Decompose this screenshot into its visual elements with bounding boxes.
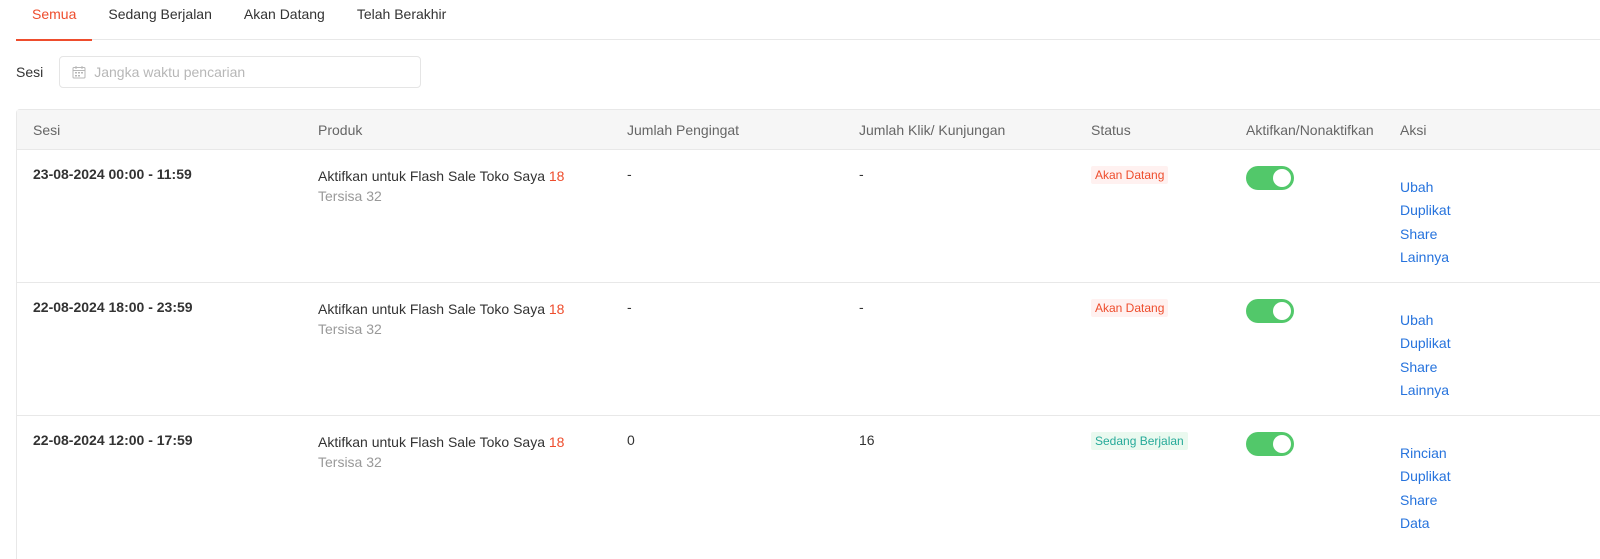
header-produk: Produk	[318, 121, 363, 138]
product-label: Aktifkan untuk Flash Sale Toko Saya	[318, 168, 545, 184]
table-row: 23-08-2024 00:00 - 11:59 Aktifkan untuk …	[17, 150, 1600, 283]
filter-label: Sesi	[16, 64, 44, 80]
product-remaining: Tersisa 32	[318, 188, 382, 204]
tab-semua[interactable]: Semua	[15, 0, 93, 41]
product-info: Aktifkan untuk Flash Sale Toko Saya 18	[318, 166, 627, 186]
action-list: Ubah Duplikat Share Lainnya	[1400, 299, 1550, 402]
calendar-icon	[72, 65, 86, 79]
reminder-count: 0	[627, 432, 635, 448]
action-list: Rincian Duplikat Share Data	[1400, 432, 1550, 535]
reminder-count: -	[627, 299, 632, 315]
enable-toggle[interactable]	[1246, 432, 1294, 456]
product-count: 18	[548, 434, 565, 450]
date-range-input[interactable]: Jangka waktu pencarian	[59, 56, 422, 88]
action-duplikat-link[interactable]: Duplikat	[1400, 332, 1550, 355]
action-share-link[interactable]: Share	[1400, 489, 1550, 512]
action-ubah-link[interactable]: Ubah	[1400, 176, 1550, 199]
action-share-link[interactable]: Share	[1400, 356, 1550, 379]
header-aksi: Aksi	[1400, 121, 1427, 138]
flash-sale-table: Sesi Produk Jumlah Pengingat Jumlah Klik…	[16, 109, 1600, 559]
click-count: 16	[859, 432, 875, 448]
session-time: 22-08-2024 12:00 - 17:59	[33, 432, 193, 448]
table-row: 22-08-2024 12:00 - 17:59 Aktifkan untuk …	[17, 416, 1600, 559]
product-remaining: Tersisa 32	[318, 454, 382, 470]
action-duplikat-link[interactable]: Duplikat	[1400, 465, 1550, 488]
status-badge: Sedang Berjalan	[1091, 432, 1188, 450]
action-data-link[interactable]: Data	[1400, 512, 1550, 535]
reminder-count: -	[627, 166, 632, 182]
tab-sedang-berjalan[interactable]: Sedang Berjalan	[108, 0, 212, 40]
status-badge: Akan Datang	[1091, 166, 1169, 184]
header-sesi: Sesi	[33, 121, 61, 138]
header-jumlah-klik: Jumlah Klik/ Kunjungan	[859, 121, 1006, 138]
session-time: 22-08-2024 18:00 - 23:59	[33, 299, 193, 315]
enable-toggle[interactable]	[1246, 166, 1294, 190]
product-remaining: Tersisa 32	[318, 321, 382, 337]
action-duplikat-link[interactable]: Duplikat	[1400, 199, 1550, 222]
action-share-link[interactable]: Share	[1400, 223, 1550, 246]
product-label: Aktifkan untuk Flash Sale Toko Saya	[318, 301, 545, 317]
header-status: Status	[1091, 121, 1131, 138]
action-list: Ubah Duplikat Share Lainnya	[1400, 166, 1550, 269]
session-filter: Sesi Jangka waktu pencarian	[16, 56, 422, 88]
click-count: -	[859, 299, 864, 315]
header-aktifkan: Aktifkan/Nonaktifkan	[1246, 121, 1374, 138]
status-badge: Akan Datang	[1091, 299, 1169, 317]
enable-toggle[interactable]	[1246, 299, 1294, 323]
action-rincian-link[interactable]: Rincian	[1400, 442, 1550, 465]
tab-akan-datang[interactable]: Akan Datang	[244, 0, 325, 40]
action-lainnya-link[interactable]: Lainnya	[1400, 379, 1550, 402]
product-info: Aktifkan untuk Flash Sale Toko Saya 18	[318, 299, 627, 319]
product-count: 18	[548, 168, 565, 184]
date-range-placeholder: Jangka waktu pencarian	[94, 64, 246, 80]
session-time: 23-08-2024 00:00 - 11:59	[33, 166, 192, 182]
table-row: 22-08-2024 18:00 - 23:59 Aktifkan untuk …	[17, 283, 1600, 416]
table-header: Sesi Produk Jumlah Pengingat Jumlah Klik…	[17, 110, 1600, 150]
action-ubah-link[interactable]: Ubah	[1400, 309, 1550, 332]
product-info: Aktifkan untuk Flash Sale Toko Saya 18	[318, 432, 627, 452]
header-jumlah-pengingat: Jumlah Pengingat	[627, 121, 740, 138]
action-lainnya-link[interactable]: Lainnya	[1400, 246, 1550, 269]
tab-telah-berakhir[interactable]: Telah Berakhir	[357, 0, 447, 40]
tab-bar: Semua Sedang Berjalan Akan Datang Telah …	[15, 0, 1600, 41]
product-label: Aktifkan untuk Flash Sale Toko Saya	[318, 434, 545, 450]
click-count: -	[859, 166, 864, 182]
product-count: 18	[548, 301, 565, 317]
